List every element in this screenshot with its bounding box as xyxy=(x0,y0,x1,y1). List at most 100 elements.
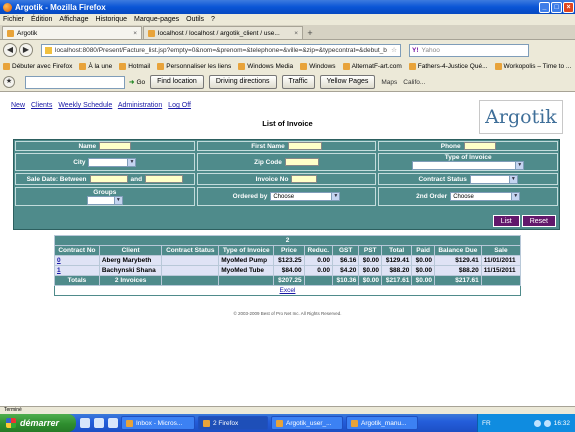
menu-marque-pages[interactable]: Marque-pages xyxy=(134,16,179,23)
yellow-pages-button[interactable]: Yellow Pages xyxy=(319,75,376,89)
volume-icon[interactable] xyxy=(543,419,551,427)
link-log-off[interactable]: Log Off xyxy=(168,102,191,109)
sale-date-cell: 11/01/2011 xyxy=(480,255,522,266)
contract-link[interactable]: 1 xyxy=(57,267,61,274)
weather-widget[interactable]: Califo... xyxy=(403,79,425,86)
task-label: Inbox - Micros... xyxy=(136,419,183,427)
bookmark-item[interactable]: Workopolis – Time to ... xyxy=(494,63,571,70)
bookmark-item[interactable]: Personnaliser les liens xyxy=(157,63,231,70)
driving-directions-button[interactable]: Driving directions xyxy=(208,75,277,89)
language-indicator[interactable]: FR xyxy=(482,420,491,427)
argotik-logo: Argotik xyxy=(479,100,563,134)
find-location-button[interactable]: Find location xyxy=(150,75,204,89)
contract-status-select[interactable]: ▼ xyxy=(469,174,518,184)
phone-label: Phone xyxy=(440,142,461,150)
bookmark-item[interactable]: Windows xyxy=(300,63,336,70)
type-select[interactable]: ▼ xyxy=(412,161,525,170)
pst-cell: $0.00 xyxy=(358,255,383,266)
address-bar[interactable]: localhost:8080/Present/Facture_list.jsp?… xyxy=(41,43,401,57)
link-clients[interactable]: Clients xyxy=(31,102,52,109)
tab-localhost[interactable]: localhost / localhost / argotik_client /… xyxy=(143,26,303,39)
taskbar-item-argotik-manual[interactable]: Argotik_manu... xyxy=(346,416,418,430)
bookmark-item[interactable]: Windows Media xyxy=(238,63,293,70)
forward-button[interactable]: ▶ xyxy=(19,43,33,57)
bookmark-item[interactable]: AlternatF-art.com xyxy=(342,63,402,70)
bookmark-label: Fathers-4-Justice Qué... xyxy=(417,63,488,70)
start-button[interactable]: démarrer xyxy=(0,414,76,432)
excel-link[interactable]: Excel xyxy=(280,287,296,294)
invoice-no-field-cell: Invoice No xyxy=(196,173,377,185)
taskbar-item-firefox[interactable]: 2 Firefox xyxy=(198,416,268,430)
ordered-by-select[interactable]: Choose ▼ xyxy=(270,192,341,201)
close-window-button[interactable]: × xyxy=(563,1,574,13)
bookmark-icon xyxy=(342,63,350,70)
toolbar-logo-icon[interactable]: ★ xyxy=(3,76,15,88)
quicklaunch-icon[interactable] xyxy=(80,418,90,428)
tab-argotik[interactable]: Argotik × xyxy=(2,26,142,39)
type-field-cell: Type of Invoice ▼ xyxy=(378,153,559,171)
phone-input[interactable] xyxy=(463,142,496,150)
yahoo-icon: Y! xyxy=(412,46,419,54)
go-button[interactable]: ➜ Go xyxy=(129,78,145,87)
totals-balance-due: $217.61 xyxy=(433,275,482,286)
quicklaunch-icon[interactable] xyxy=(108,418,118,428)
client-cell: Bachynski Shana xyxy=(98,265,163,276)
bookmark-item[interactable]: Débuter avec Firefox xyxy=(3,63,72,70)
close-tab-icon[interactable]: × xyxy=(133,30,137,37)
traffic-button[interactable]: Traffic xyxy=(281,75,315,89)
list-button[interactable]: List xyxy=(492,215,520,227)
bookmark-item[interactable]: Fathers-4-Justice Qué... xyxy=(408,63,488,70)
new-tab-button[interactable]: + xyxy=(304,28,316,39)
invoice-no-input[interactable] xyxy=(291,175,318,183)
second-order-select[interactable]: Choose ▼ xyxy=(450,192,521,201)
zip-field-cell: Zip Code xyxy=(196,153,377,171)
windows-taskbar: démarrer Inbox - Micros... 2 Firefox Arg… xyxy=(0,414,575,432)
first-name-field-cell: First Name xyxy=(196,141,377,151)
back-button[interactable]: ◀ xyxy=(3,43,17,57)
type-label: Type of Invoice xyxy=(444,154,492,161)
groups-select[interactable]: ▼ xyxy=(86,195,123,205)
name-input[interactable] xyxy=(99,142,132,150)
menu-help[interactable]: ? xyxy=(211,16,215,23)
bookmark-item[interactable]: Hotmail xyxy=(119,63,150,70)
bookmark-star-icon[interactable]: ☆ xyxy=(391,46,397,54)
page-icon xyxy=(148,29,155,37)
quicklaunch-icon[interactable] xyxy=(94,418,104,428)
link-administration[interactable]: Administration xyxy=(118,102,162,109)
second-order-value: Choose xyxy=(453,193,474,200)
bookmark-item[interactable]: À la une xyxy=(79,63,112,70)
maximize-button[interactable]: □ xyxy=(551,1,562,13)
minimize-button[interactable]: _ xyxy=(539,1,550,13)
maps-link[interactable]: Maps xyxy=(381,79,397,86)
menu-outils[interactable]: Outils xyxy=(186,16,204,23)
close-tab-icon[interactable]: × xyxy=(294,30,298,37)
reset-button[interactable]: Reset xyxy=(521,215,556,227)
totals-cell xyxy=(480,275,522,286)
result-count: 2 xyxy=(54,235,521,246)
menu-affichage[interactable]: Affichage xyxy=(59,16,88,23)
sale-date-cell: 11/15/2011 xyxy=(480,265,522,276)
link-new[interactable]: New xyxy=(11,102,25,109)
taskbar-item-argotik-user[interactable]: Argotik_user_... xyxy=(271,416,343,430)
bookmark-label: Personnaliser les liens xyxy=(166,63,232,70)
task-label: Argotik_manu... xyxy=(361,419,407,427)
taskbar-item-inbox[interactable]: Inbox - Micros... xyxy=(121,416,195,430)
menu-historique[interactable]: Historique xyxy=(95,16,127,23)
link-weekly-schedule[interactable]: Weekly Schedule xyxy=(58,102,112,109)
sale-date-from-input[interactable] xyxy=(89,175,128,183)
bookmark-icon xyxy=(157,63,165,70)
sale-date-to-input[interactable] xyxy=(145,175,184,183)
first-name-input[interactable] xyxy=(287,142,322,150)
page-content: New Clients Weekly Schedule Administrati… xyxy=(0,92,575,406)
menu-fichier[interactable]: Fichier xyxy=(3,16,24,23)
status-bar: Terminé xyxy=(0,406,575,414)
bookmark-icon xyxy=(79,63,87,70)
zip-input[interactable] xyxy=(284,158,319,166)
city-select[interactable]: ▼ xyxy=(88,157,137,167)
ordered-by-value: Choose xyxy=(273,193,295,200)
contract-link[interactable]: 0 xyxy=(57,257,61,264)
network-icon[interactable] xyxy=(533,419,541,427)
search-box[interactable]: Y! Yahoo xyxy=(409,43,529,57)
menu-edition[interactable]: Édition xyxy=(31,16,52,23)
toolbar-search-select[interactable] xyxy=(25,75,125,89)
